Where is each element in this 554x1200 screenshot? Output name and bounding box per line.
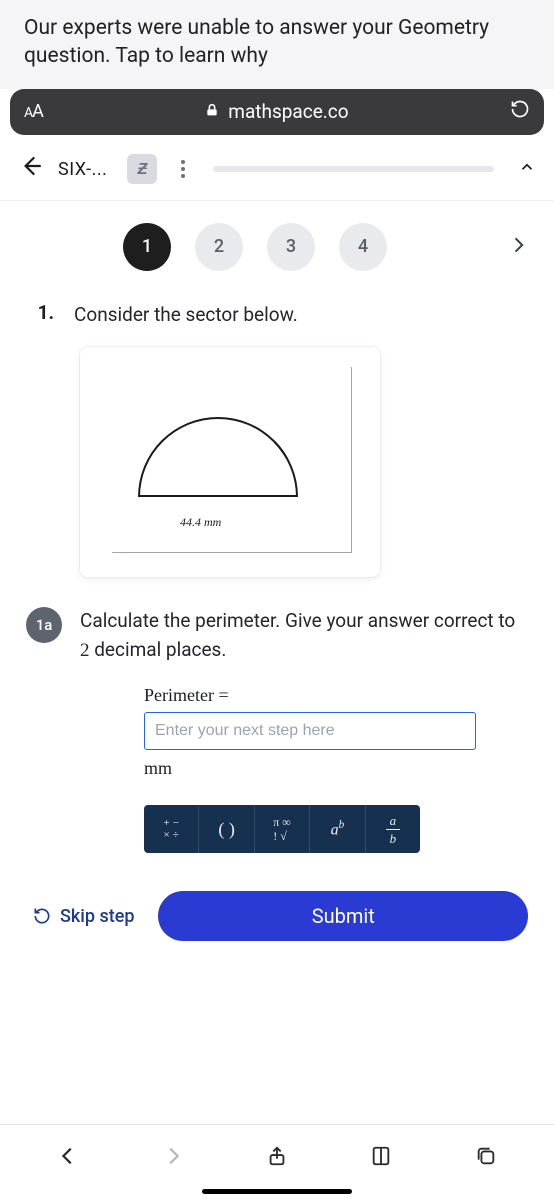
back-button[interactable] xyxy=(18,153,44,186)
question-nav-4[interactable]: 4 xyxy=(339,223,387,271)
nav-back-icon[interactable] xyxy=(48,1136,88,1176)
toolbar-fraction[interactable]: ab xyxy=(366,805,420,853)
bookmarks-icon[interactable] xyxy=(361,1136,401,1176)
url-domain[interactable]: mathspace.co xyxy=(228,100,348,123)
question-prompt: Consider the sector below. xyxy=(74,301,528,330)
breadcrumb[interactable]: SIX-... xyxy=(58,159,107,180)
nav-forward-icon xyxy=(153,1136,193,1176)
question-number: 1. xyxy=(26,301,54,324)
text-size-button[interactable]: AA xyxy=(24,101,43,122)
answer-input[interactable] xyxy=(144,712,476,750)
submit-button[interactable]: Submit xyxy=(158,891,528,941)
share-icon[interactable] xyxy=(257,1136,297,1176)
unit-label: mm xyxy=(144,758,528,779)
toolbar-symbols[interactable]: π ∞! √ xyxy=(255,805,310,853)
reload-icon[interactable] xyxy=(510,99,530,124)
tabs-icon[interactable] xyxy=(466,1136,506,1176)
question-nav: 1 2 3 4 xyxy=(0,201,554,301)
math-toolbar: +− ×÷ ( ) π ∞! √ ab ab xyxy=(144,805,420,853)
chevron-up-icon[interactable] xyxy=(518,157,536,181)
skip-step-button[interactable]: Skip step xyxy=(26,898,140,935)
sector-shape xyxy=(138,417,298,497)
toolbar-power[interactable]: ab xyxy=(310,805,365,853)
provider-logo[interactable]: Ƶ xyxy=(127,154,157,184)
expert-notice[interactable]: Our experts were unable to answer your G… xyxy=(0,0,554,89)
perimeter-label: Perimeter = xyxy=(144,685,528,706)
figure-axes xyxy=(351,367,352,553)
app-toolbar: SIX-... Ƶ xyxy=(0,143,554,201)
question-nav-3[interactable]: 3 xyxy=(267,223,315,271)
browser-url-bar: AA mathspace.co xyxy=(10,89,544,135)
figure-card: 44.4 mm xyxy=(80,347,380,577)
subquestion-label: 1a xyxy=(26,607,62,643)
toolbar-parentheses[interactable]: ( ) xyxy=(199,805,254,853)
progress-bar xyxy=(213,166,494,172)
toolbar-operators[interactable]: +− ×÷ xyxy=(144,805,199,853)
lock-icon xyxy=(204,100,220,123)
figure-measure: 44.4 mm xyxy=(180,515,221,530)
more-menu-icon[interactable] xyxy=(181,160,185,178)
skip-step-label: Skip step xyxy=(60,906,134,927)
question-nav-1[interactable]: 1 xyxy=(123,223,171,271)
home-indicator xyxy=(202,1189,352,1194)
question-nav-next[interactable] xyxy=(508,232,528,262)
question-nav-2[interactable]: 2 xyxy=(195,223,243,271)
subquestion-prompt: Calculate the perimeter. Give your answe… xyxy=(80,607,528,665)
